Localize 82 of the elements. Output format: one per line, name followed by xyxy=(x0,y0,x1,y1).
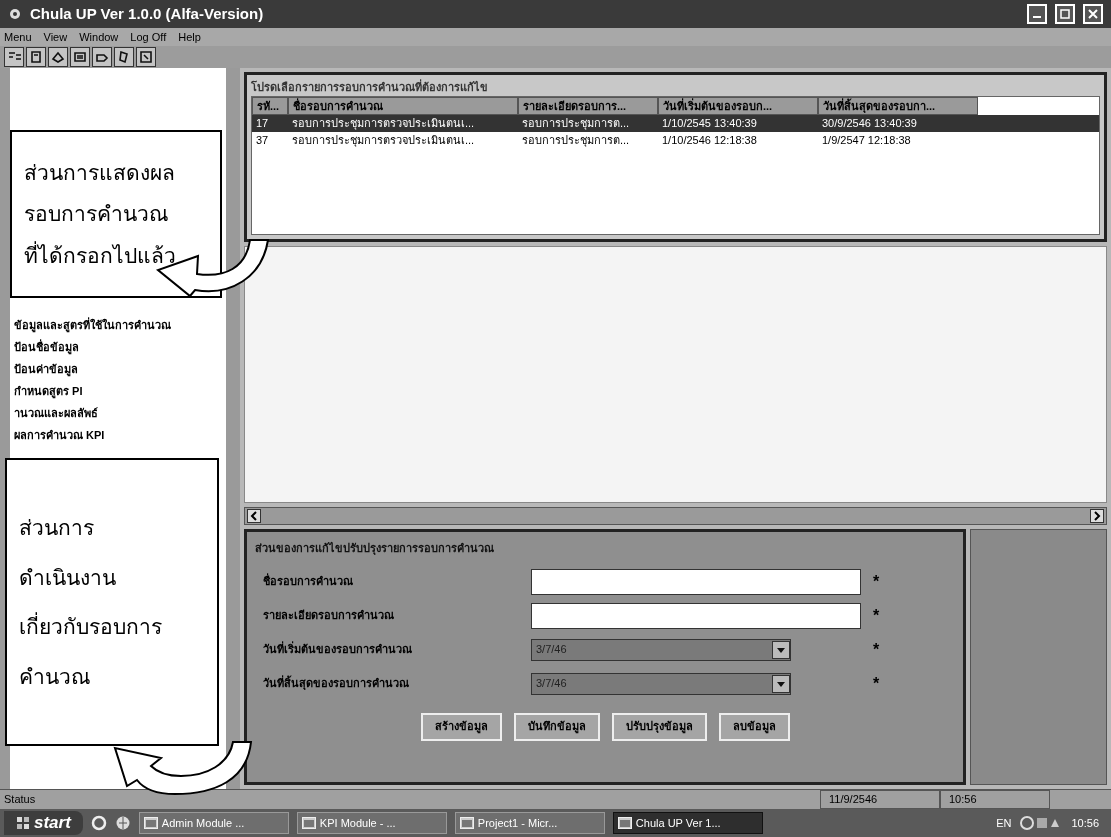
form-button[interactable]: ปรับปรุงข้อมูล xyxy=(611,712,707,741)
table-cell-text: 30/9/2546 13:40:39 xyxy=(821,116,918,131)
maximize-icon xyxy=(1060,9,1070,19)
menu-item[interactable]: Menu xyxy=(4,28,32,46)
table-cell-text: 37 xyxy=(255,132,270,148)
callout-text: ส่วนการแสดงผล xyxy=(24,159,176,186)
table-row[interactable]: 17 รอบการประชุมการตรวจประเมินตนเ... รอบการประชุมการต... 1/10/2545 13:40:39 30/9/2546 13:40:39 xyxy=(252,115,1099,132)
browser-icon[interactable] xyxy=(90,815,107,831)
table-cell-text: รอบการประชุมการตรวจประเมินตนเ... xyxy=(291,116,476,132)
taskbar-button[interactable]: Project1 - Micr... xyxy=(454,812,605,834)
callout-text: คำนวณ xyxy=(19,663,91,690)
close-icon xyxy=(1088,9,1098,19)
scroll-left-icon[interactable] xyxy=(247,509,261,523)
form-icon[interactable] xyxy=(70,47,90,67)
group-title: ส่วนของการแก้ไขปรับปรุงรายการรอบการคำนวณ xyxy=(255,541,495,557)
input-field[interactable] xyxy=(531,568,861,595)
group-title: โปรดเลือกรายการรอบการคำนวณที่ต้องการแก้ไข xyxy=(251,79,489,95)
required-mark: * xyxy=(873,605,880,626)
start-button[interactable]: start xyxy=(4,811,83,835)
required-mark: * xyxy=(873,639,880,660)
clock: 10:56 xyxy=(1071,815,1100,831)
field-label: รายละเอียดรอบการคำนวณ xyxy=(263,608,395,624)
column-header[interactable]: วันที่สิ้นสุดของรอบกา... xyxy=(818,96,978,115)
menu-item[interactable]: Window xyxy=(79,28,119,46)
date-dropdown[interactable]: 3/7/46 xyxy=(531,672,791,695)
callout-text: รอบการคำนวณ xyxy=(24,201,169,228)
column-header[interactable]: รหั... xyxy=(252,96,288,115)
dropdown-icon[interactable] xyxy=(772,640,790,659)
field-label: ชื่อรอบการคำนวณ xyxy=(263,573,354,590)
form-button[interactable]: ลบข้อมูล xyxy=(718,712,790,741)
taskbar-button[interactable]: KPI Module - ... xyxy=(296,812,447,834)
table-cell-text: 17 xyxy=(255,116,270,131)
sidebar-item[interactable]: ข้อมูลและสูตรที่ใช้ในการคำนวณ xyxy=(14,314,226,336)
sidebar-item[interactable]: ป้อนค่าข้อมูล xyxy=(14,358,226,380)
sidebar-item[interactable]: ป้อนชื่อข้อมูล xyxy=(14,336,226,358)
table-cell-text: รอบการประชุมการตรวจประเมินตนเ... xyxy=(291,132,476,148)
required-mark: * xyxy=(873,673,880,694)
column-header[interactable]: รายละเอียดรอบการ... xyxy=(518,96,658,115)
callout-text: ดำเนินงาน xyxy=(19,564,117,591)
menu-item[interactable]: Log Off xyxy=(130,28,167,46)
callout-text: ที่ได้กรอกไปแล้ว xyxy=(24,240,177,269)
input-field[interactable] xyxy=(531,602,861,629)
column-header[interactable]: ชื่อรอบการคำนวณ xyxy=(288,96,518,115)
table-cell-text: 1/10/2545 13:40:39 xyxy=(661,116,758,131)
field-label: วันที่เริ่มต้นของรอบการคำนวณ xyxy=(263,641,413,658)
globe-icon[interactable] xyxy=(114,815,131,831)
list-icon[interactable] xyxy=(4,47,24,67)
dropdown-icon[interactable] xyxy=(772,674,790,693)
menu-item[interactable]: View xyxy=(43,28,68,46)
date-dropdown[interactable]: 3/7/46 xyxy=(531,638,791,661)
status-time: 10:56 xyxy=(940,790,1050,809)
scroll-right-icon[interactable] xyxy=(1090,509,1104,523)
table-cell-text: รอบการประชุมการต... xyxy=(521,116,631,132)
document-icon[interactable] xyxy=(26,47,46,67)
menu-item[interactable]: Help xyxy=(178,28,201,46)
form-button[interactable]: บันทึกข้อมูล xyxy=(513,712,600,741)
sidebar-item[interactable]: กำหนดสูตร PI xyxy=(14,380,226,402)
field-label: วันที่สิ้นสุดของรอบการคำนวณ xyxy=(263,675,410,692)
status-label: Status xyxy=(3,792,37,808)
sidebar-item[interactable]: ผลการคำนวณ KPI xyxy=(14,424,226,446)
callout-text: ส่วนการ xyxy=(19,515,95,541)
maximize-button[interactable] xyxy=(1055,4,1075,24)
callout-text: เกี่ยวกับรอบการ xyxy=(19,611,205,643)
table-cell-text: 1/10/2546 12:18:38 xyxy=(661,132,758,148)
window-title: Chula UP Ver 1.0.0 (Alfa-Version) xyxy=(30,3,264,24)
table-cell-text: 1/9/2547 12:18:38 xyxy=(821,132,912,148)
horizontal-scrollbar[interactable] xyxy=(244,507,1107,525)
minimize-icon xyxy=(1033,16,1041,18)
sidebar-item[interactable]: านวณและผลลัพธ์ xyxy=(14,402,226,424)
language-indicator[interactable]: EN xyxy=(996,814,1012,832)
status-date: 11/9/2546 xyxy=(820,790,940,809)
taskbar-button[interactable]: Chula UP Ver 1... xyxy=(612,812,763,834)
taskbar-button[interactable]: Admin Module ... xyxy=(138,812,289,834)
app-icon xyxy=(8,7,22,21)
form-button[interactable]: สร้างข้อมูล xyxy=(420,712,502,741)
close-button[interactable] xyxy=(1083,4,1103,24)
required-mark: * xyxy=(873,571,880,592)
minimize-button[interactable] xyxy=(1027,4,1047,24)
table-cell-text: รอบการประชุมการต... xyxy=(521,132,631,148)
pencil-icon[interactable] xyxy=(114,47,134,67)
windows-logo-icon xyxy=(16,816,30,830)
column-header[interactable]: วันที่เริ่มต้นของรอบก... xyxy=(658,96,818,115)
